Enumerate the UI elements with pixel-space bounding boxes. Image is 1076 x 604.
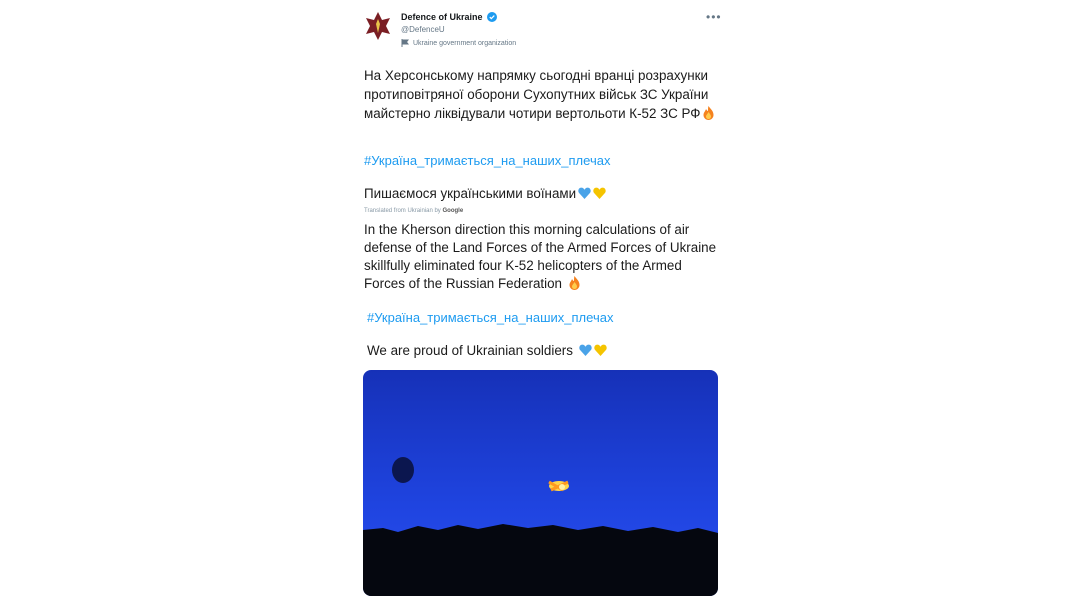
blue-heart-icon [578, 187, 591, 199]
hashtag-link-english[interactable]: #Україна_тримається_на_наших_плечах [367, 310, 613, 325]
yellow-heart-icon [593, 344, 607, 356]
tweet-text-english-body: In the Kherson direction this morning ca… [364, 222, 717, 291]
burning-helicopter [548, 480, 569, 492]
more-options-icon[interactable]: ••• [706, 10, 722, 24]
proud-text-ukrainian: Пишаємося українськими воїнами [364, 186, 606, 201]
account-handle[interactable]: @DefenceU [401, 25, 445, 34]
yellow-heart-icon [593, 187, 606, 199]
tweet-text-english: In the Kherson direction this morning ca… [364, 221, 724, 293]
org-label-row: Ukraine government organization [401, 39, 516, 47]
proud-text-english-label: We are proud of Ukrainian soldiers [367, 343, 573, 358]
video-frame-night-sky [363, 370, 718, 596]
tweet-text-ukrainian-body: На Херсонському напрямку сьогодні вранці… [364, 68, 709, 121]
translation-provider: Google [442, 208, 464, 214]
account-display-name[interactable]: Defence of Ukraine [401, 12, 483, 22]
fire-emoji-icon [569, 276, 580, 290]
translation-attribution: Translated from Ukrainian by Google [364, 208, 463, 214]
dark-object [392, 457, 414, 483]
proud-text-ukrainian-label: Пишаємося українськими воїнами [364, 186, 577, 201]
ukraine-defence-emblem-icon[interactable] [362, 10, 394, 42]
translated-label: Translated from Ukrainian by [364, 208, 441, 214]
flag-icon [401, 39, 409, 47]
verified-badge-icon [486, 12, 497, 22]
hashtag-link-ukrainian[interactable]: #Україна_тримається_на_наших_плечах [364, 153, 610, 168]
proud-text-english: We are proud of Ukrainian soldiers [367, 343, 607, 358]
tweet-text-ukrainian: На Херсонському напрямку сьогодні вранці… [364, 66, 724, 123]
fire-emoji-icon [703, 106, 714, 120]
blue-heart-icon [578, 344, 592, 356]
tweet-video-media[interactable] [363, 370, 718, 596]
treeline [363, 524, 718, 596]
org-label: Ukraine government organization [413, 39, 517, 47]
